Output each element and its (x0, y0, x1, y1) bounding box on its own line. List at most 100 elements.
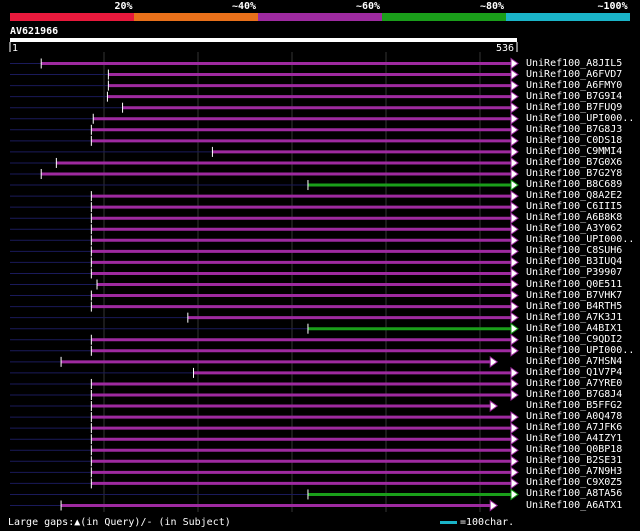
alignment-arrowhead (510, 466, 519, 479)
color-scale-label: ~80% (480, 1, 505, 12)
alignment-arrowhead (510, 278, 519, 291)
alignment-arrowhead (510, 411, 519, 424)
hit-label[interactable]: UniRef100_UPI000.. (526, 345, 634, 356)
hit-label[interactable]: UniRef100_B7G0X6 (526, 157, 622, 168)
hit-label[interactable]: UniRef100_B2SE31 (526, 455, 622, 466)
hit-label[interactable]: UniRef100_A4BIX1 (526, 323, 622, 334)
color-scale-label: 20% (114, 1, 133, 12)
hit-label[interactable]: UniRef100_B7G9I4 (526, 91, 622, 102)
hit-label[interactable]: UniRef100_A7JFK6 (526, 422, 622, 433)
hit-label[interactable]: UniRef100_Q8A2E2 (526, 190, 622, 201)
hit-label[interactable]: UniRef100_UPI000.. (526, 234, 634, 245)
alignment-arrowhead (510, 145, 519, 158)
hit-label[interactable]: UniRef100_A6ATX1 (526, 500, 622, 511)
gaps-legend: Large gaps:▲(in Query)/- (in Subject) (8, 517, 231, 528)
alignment-arrowhead (510, 444, 519, 457)
color-scale-segment (506, 13, 630, 21)
query-start-label: 1 (12, 43, 19, 54)
alignment-arrowhead (510, 245, 519, 258)
query-end-label: 536 (496, 43, 515, 54)
alignment-arrowhead (510, 112, 519, 125)
query-id: AV621966 (10, 26, 59, 37)
hit-label[interactable]: UniRef100_B7FUQ9 (526, 102, 622, 113)
alignment-arrowhead (510, 90, 519, 103)
hit-label[interactable]: UniRef100_P39907 (526, 267, 622, 278)
alignment-arrowhead (510, 311, 519, 324)
alignment-arrowhead (510, 289, 519, 302)
alignment-arrowhead (510, 156, 519, 169)
hit-label[interactable]: UniRef100_A0Q478 (526, 411, 622, 422)
alignment-arrowhead (510, 223, 519, 236)
hit-label[interactable]: UniRef100_B4RTH5 (526, 301, 622, 312)
hit-label[interactable]: UniRef100_A6FMY0 (526, 80, 622, 91)
alignment-overview: AV621966 1 536 Large gaps:▲(in Query)/- … (0, 0, 640, 531)
hit-label[interactable]: UniRef100_C9X0Z5 (526, 477, 622, 488)
scale-legend: =100char. (460, 517, 515, 528)
alignment-arrowhead (510, 377, 519, 390)
alignment-arrowhead (510, 333, 519, 346)
hit-label[interactable]: UniRef100_A7K3J1 (526, 312, 622, 323)
hit-label[interactable]: UniRef100_B7G2Y8 (526, 168, 622, 179)
alignment-arrowhead (510, 134, 519, 147)
hit-label[interactable]: UniRef100_UPI000.. (526, 113, 634, 124)
color-scale-segment (10, 13, 134, 21)
hit-label[interactable]: UniRef100_Q0E511 (526, 279, 622, 290)
hit-label[interactable]: UniRef100_B8C689 (526, 179, 622, 190)
alignment-arrowhead (489, 499, 499, 512)
color-scale-segment (382, 13, 506, 21)
hit-label[interactable]: UniRef100_A3Y062 (526, 223, 622, 234)
hit-label[interactable]: UniRef100_A6B8K8 (526, 212, 622, 223)
alignment-arrowhead (489, 400, 499, 413)
alignment-arrowhead (510, 68, 519, 81)
alignment-arrowhead (510, 168, 519, 180)
hit-label[interactable]: UniRef100_Q0BP18 (526, 444, 622, 455)
alignment-arrowhead (510, 433, 519, 446)
hit-label[interactable]: UniRef100_A7N9H3 (526, 466, 622, 477)
hit-label[interactable]: UniRef100_C9MMI4 (526, 146, 622, 157)
hit-label[interactable]: UniRef100_B7VHK7 (526, 290, 622, 301)
alignment-arrowhead (510, 79, 519, 92)
alignment-arrowhead (510, 267, 519, 280)
hit-label[interactable]: UniRef100_A4IZY1 (526, 433, 622, 444)
hit-label[interactable]: UniRef100_B5FFG2 (526, 400, 622, 411)
hit-label[interactable]: UniRef100_C6III5 (526, 201, 622, 212)
hit-label[interactable]: UniRef100_C0DS18 (526, 135, 622, 146)
alignment-arrowhead (489, 355, 499, 368)
query-bar (10, 38, 517, 42)
color-scale-segment (134, 13, 258, 21)
color-scale-label: ~60% (356, 1, 381, 12)
hit-label[interactable]: UniRef100_A6FVD7 (526, 69, 622, 80)
alignment-arrowhead (510, 422, 519, 435)
alignment-arrowhead (510, 389, 519, 401)
hit-label[interactable]: UniRef100_A7HSN4 (526, 356, 622, 367)
hit-label[interactable]: UniRef100_A8JIL5 (526, 58, 622, 69)
alignment-arrowhead (510, 123, 519, 136)
hit-label[interactable]: UniRef100_Q1V7P4 (526, 367, 622, 378)
alignment-arrowhead (510, 57, 519, 70)
alignment-arrowhead (510, 455, 519, 468)
color-scale-segment (258, 13, 382, 21)
alignment-arrowhead (510, 256, 519, 269)
alignment-arrowhead (510, 300, 519, 313)
alignment-arrowhead (510, 488, 519, 501)
alignment-arrowhead (510, 179, 519, 192)
alignment-arrowhead (510, 234, 519, 247)
hit-label[interactable]: UniRef100_B3IUQ4 (526, 256, 622, 267)
hit-label[interactable]: UniRef100_A7YRE0 (526, 378, 622, 389)
alignment-arrowhead (510, 344, 519, 357)
hit-label[interactable]: UniRef100_B7G8J3 (526, 124, 622, 135)
hit-label[interactable]: UniRef100_A8TA56 (526, 488, 622, 499)
alignment-arrowhead (510, 190, 519, 203)
hit-label[interactable]: UniRef100_B7G8J4 (526, 389, 622, 400)
color-scale-label: ~100% (597, 1, 628, 12)
scale-bar-swatch (440, 521, 457, 524)
alignment-arrowhead (510, 477, 519, 490)
alignment-arrowhead (510, 366, 519, 379)
alignment-arrowhead (510, 322, 519, 335)
color-scale-label: ~40% (232, 1, 257, 12)
alignment-arrowhead (510, 212, 519, 225)
alignment-arrowhead (510, 101, 519, 114)
hit-label[interactable]: UniRef100_C8SUH6 (526, 245, 622, 256)
hit-label[interactable]: UniRef100_C9QDI2 (526, 334, 622, 345)
alignment-arrowhead (510, 201, 519, 214)
